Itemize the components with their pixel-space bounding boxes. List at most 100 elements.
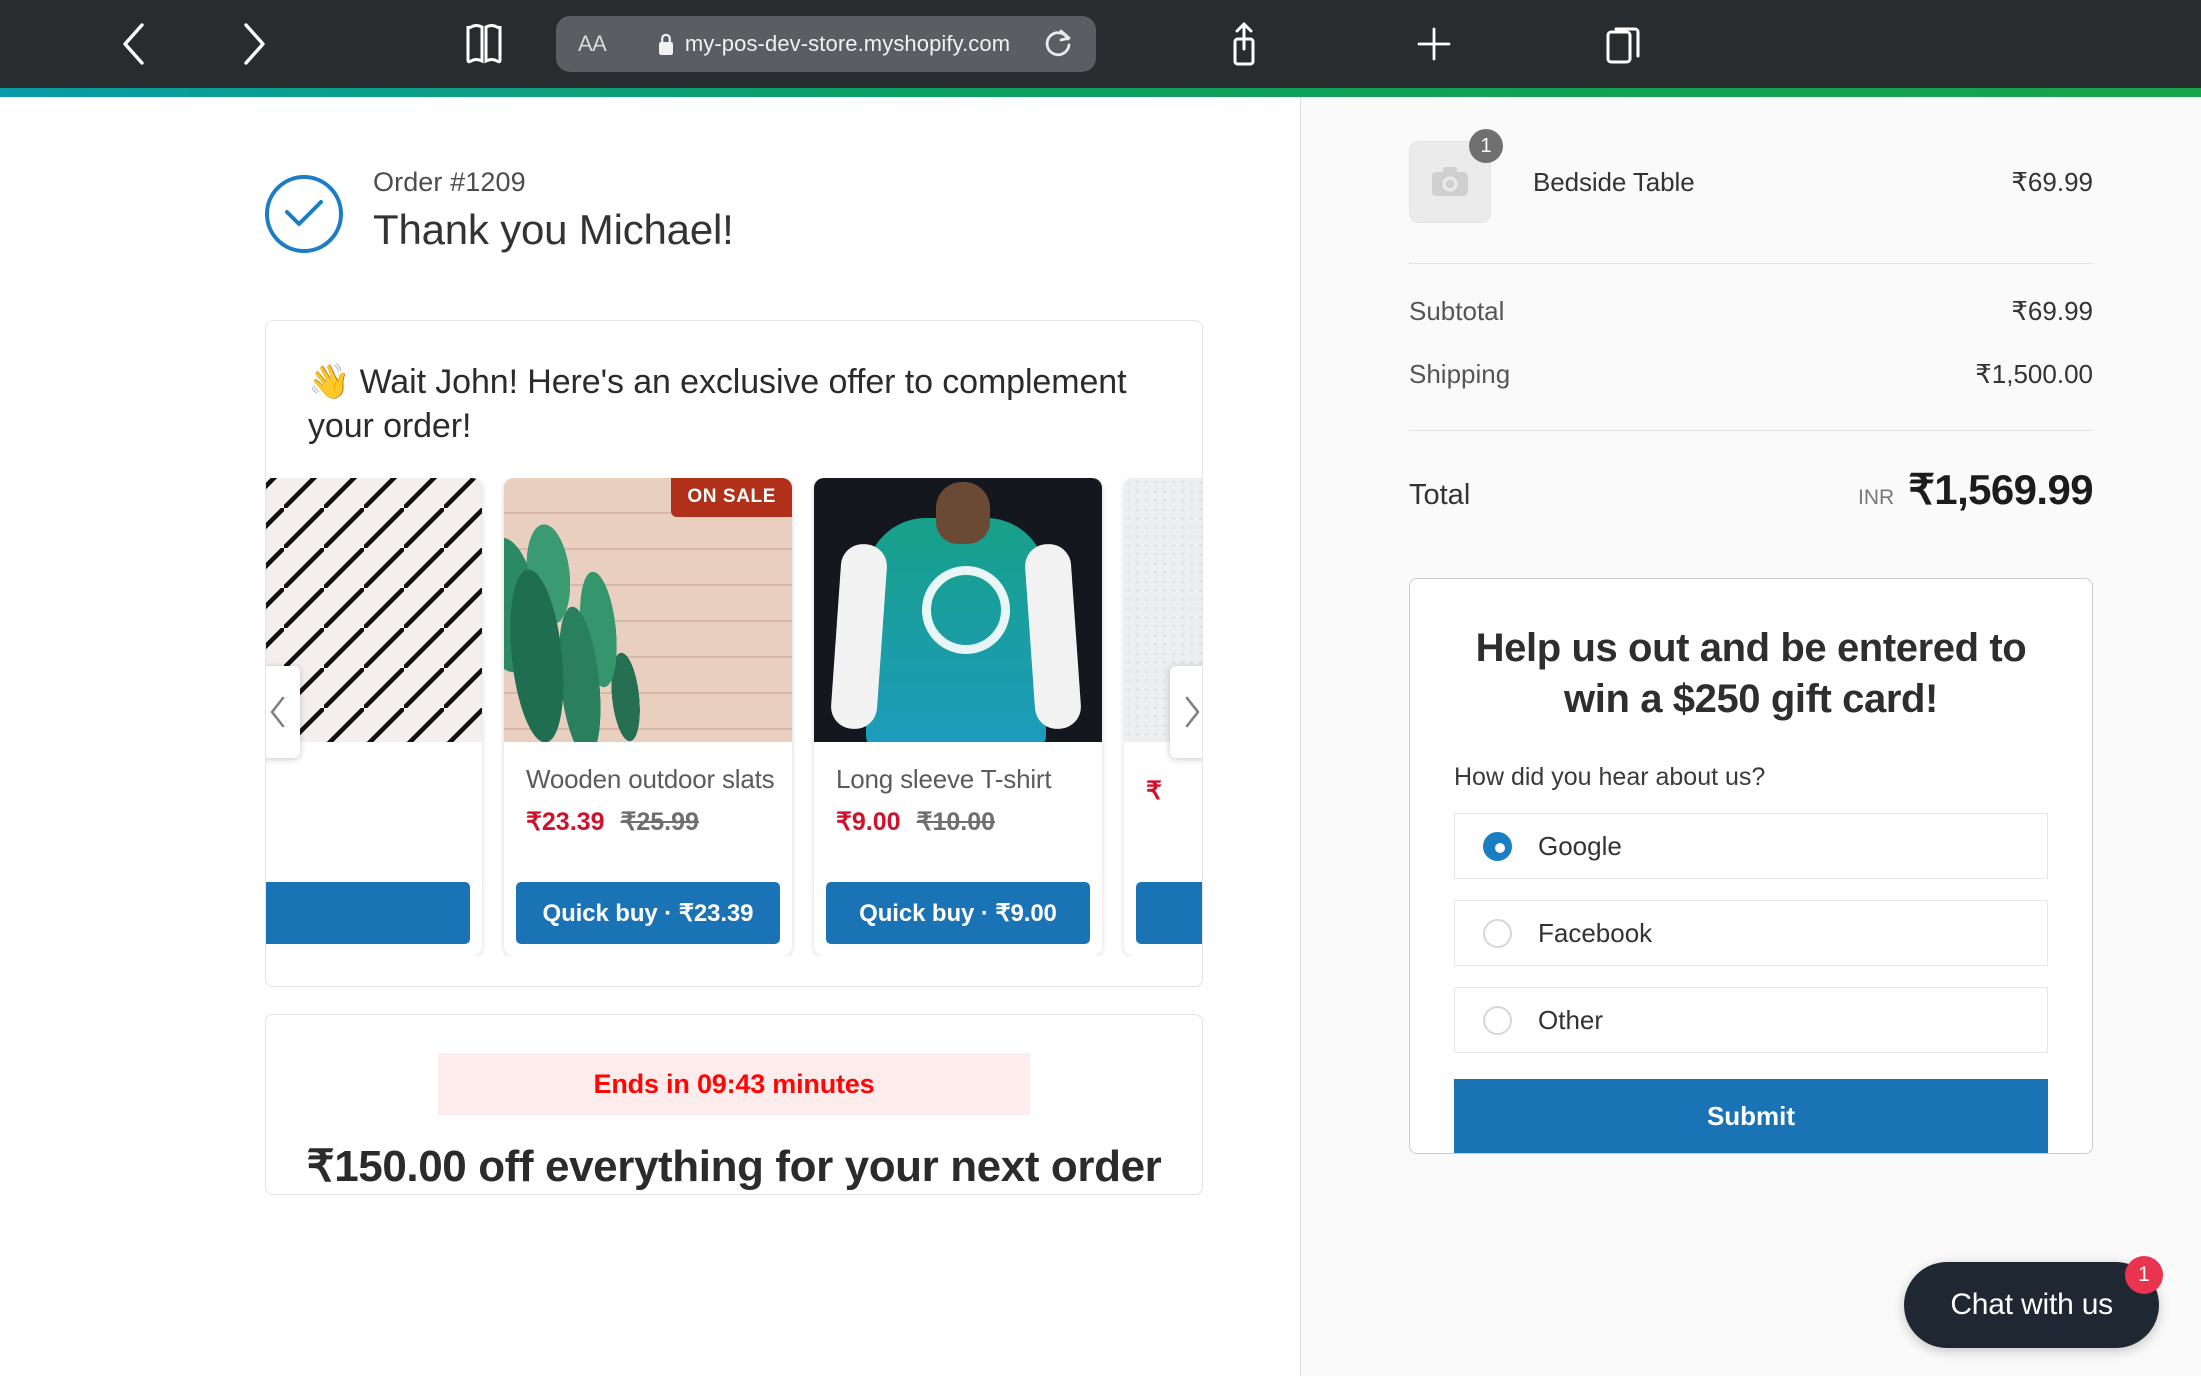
submit-button[interactable]: Submit [1454,1079,2048,1153]
sleeve-left-shape [830,543,889,731]
survey-card: Help us out and be entered to win a $250… [1409,578,2093,1154]
product-sale-price: ₹23.39 [526,807,604,837]
survey-option-facebook[interactable]: Facebook [1454,900,2048,966]
product-name: Wooden outdoor slats [526,764,770,795]
bookmarks-button[interactable] [424,22,544,66]
order-header: Order #1209 Thank you Michael! [265,167,1000,254]
share-icon [1224,20,1264,68]
survey-option-label: Facebook [1538,918,1652,949]
carousel-prev-button[interactable] [266,666,300,758]
forward-button[interactable] [194,21,314,67]
summary-label: Shipping [1409,359,1510,390]
summary-value: ₹1,500.00 [1975,359,2093,390]
product-image: ON SALE [504,478,792,742]
page-load-progress-bar [0,88,2201,97]
on-sale-badge: ON SALE [671,478,792,517]
sleeve-right-shape [1024,543,1083,731]
product-compare-price: ₹25.99 [620,807,698,837]
url-display[interactable]: my-pos-dev-store.myshopify.com [622,31,1044,57]
product-card[interactable]: Long sleeve T-shirt ₹9.00 ₹10.00 Quick b… [814,478,1102,956]
quick-buy-button[interactable] [266,882,470,944]
text-size-button[interactable]: AA [578,31,622,57]
chevron-right-icon [237,21,271,67]
summary-divider-bottom [1409,430,2093,431]
chevron-left-icon [267,695,289,729]
check-circle-icon [265,175,343,253]
post-purchase-offer-card: 👋 Wait John! Here's an exclusive offer t… [265,320,1203,987]
radio-unselected-icon[interactable] [1483,1006,1512,1035]
line-item-price: ₹69.99 [2011,167,2093,198]
offer-headline: 👋 Wait John! Here's an exclusive offer t… [266,361,1202,448]
summary-row-shipping: Shipping ₹1,500.00 [1409,359,2093,390]
order-number: Order #1209 [373,167,734,198]
url-text: my-pos-dev-store.myshopify.com [685,31,1010,57]
order-line-item: 1 Bedside Table ₹69.99 [1409,125,2093,223]
line-item-quantity-badge: 1 [1469,129,1503,163]
product-carousel: ON SALE Wooden outdoor slats ₹23.39 ₹25.… [266,478,1203,956]
product-prices: ₹9.00 ₹10.00 [836,807,1080,837]
chat-unread-badge: 1 [2125,1256,2163,1294]
main-content-column: Order #1209 Thank you Michael! 👋 Wait Jo… [0,97,1300,1376]
line-item-name: Bedside Table [1533,167,2011,198]
camera-icon [1429,164,1471,200]
discount-offer-card: Ends in 09:43 minutes ₹150.00 off everyt… [265,1014,1203,1195]
summary-label: Subtotal [1409,296,1504,327]
back-button[interactable] [74,21,194,67]
checkout-thank-you-page: Order #1209 Thank you Michael! 👋 Wait Jo… [0,97,2201,1376]
new-tab-button[interactable] [1374,26,1494,62]
survey-question: How did you hear about us? [1454,763,2048,792]
summary-divider-top [1409,263,2093,264]
reload-icon [1044,28,1074,60]
order-summary-panel: 1 Bedside Table ₹69.99 Subtotal ₹69.99 S… [1300,97,2201,1376]
survey-headline: Help us out and be entered to win a $250… [1454,623,2048,725]
product-compare-price: ₹10.00 [917,807,995,837]
lock-icon [656,31,676,57]
summary-value: ₹69.99 [2011,296,2093,327]
tabs-icon [1604,22,1644,66]
quick-buy-button[interactable] [1136,882,1203,944]
product-info [266,742,482,866]
survey-option-other[interactable]: Other [1454,987,2048,1053]
countdown-timer: Ends in 09:43 minutes [438,1053,1030,1115]
total-currency-code: INR [1858,486,1894,510]
chevron-right-icon [1181,695,1203,729]
browser-toolbar: AA my-pos-dev-store.myshopify.com [0,0,2201,88]
product-prices: ₹ [1146,776,1203,806]
page-title: Thank you Michael! [373,206,734,254]
product-info: Wooden outdoor slats ₹23.39 ₹25.99 [504,742,792,866]
check-icon [282,197,326,231]
chat-widget[interactable]: Chat with us 1 [1904,1262,2159,1348]
model-head-shape [936,482,990,544]
product-info: ₹ [1124,742,1203,866]
share-button[interactable] [1184,20,1304,68]
radio-unselected-icon[interactable] [1483,919,1512,948]
total-amount-group: INR ₹1,569.99 [1858,465,2093,514]
chevron-left-icon [117,21,151,67]
quick-buy-button[interactable]: Quick buy · ₹23.39 [516,882,780,944]
chat-with-us-button[interactable]: Chat with us [1904,1262,2159,1348]
reload-button[interactable] [1044,28,1074,60]
product-prices: ₹23.39 ₹25.99 [526,807,770,837]
product-info: Long sleeve T-shirt ₹9.00 ₹10.00 [814,742,1102,866]
product-sale-price: ₹ [1146,776,1162,806]
summary-row-total: Total INR ₹1,569.99 [1409,465,2093,514]
address-bar[interactable]: AA my-pos-dev-store.myshopify.com [556,16,1096,72]
quick-buy-button[interactable]: Quick buy · ₹9.00 [826,882,1090,944]
product-card[interactable]: ON SALE Wooden outdoor slats ₹23.39 ₹25.… [504,478,792,956]
carousel-next-button[interactable] [1170,666,1203,758]
survey-option-label: Other [1538,1005,1603,1036]
plus-icon [1416,26,1452,62]
line-item-thumbnail-wrap: 1 [1409,141,1491,223]
book-icon [463,22,505,66]
summary-row-subtotal: Subtotal ₹69.99 [1409,296,2093,327]
total-amount: ₹1,569.99 [1908,465,2093,514]
carousel-track: ON SALE Wooden outdoor slats ₹23.39 ₹25.… [266,478,1203,956]
survey-option-google[interactable]: Google [1454,813,2048,879]
survey-option-label: Google [1538,831,1622,862]
product-sale-price: ₹9.00 [836,807,901,837]
product-name: Long sleeve T-shirt [836,764,1080,795]
tab-overview-button[interactable] [1564,22,1684,66]
radio-selected-icon[interactable] [1483,832,1512,861]
discount-headline: ₹150.00 off everything for your next ord… [266,1141,1202,1194]
total-label: Total [1409,479,1470,512]
